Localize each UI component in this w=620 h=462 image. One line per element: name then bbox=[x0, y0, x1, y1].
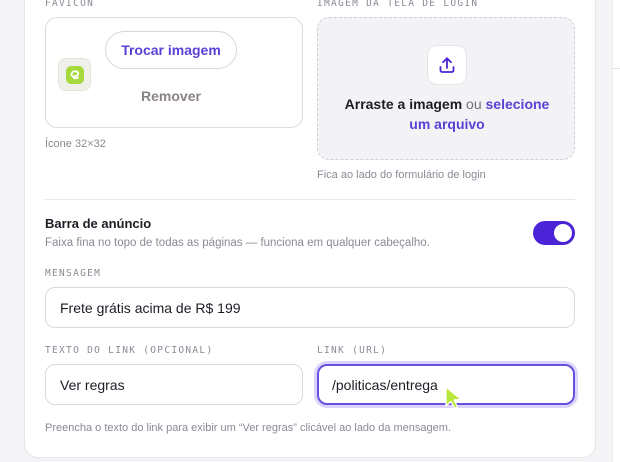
announcement-bar-toggle[interactable] bbox=[533, 221, 575, 245]
upload-button[interactable] bbox=[427, 45, 467, 85]
section-divider bbox=[45, 199, 575, 200]
drop-or: ou bbox=[466, 96, 482, 112]
link-url-label: LINK (URL) bbox=[317, 345, 388, 356]
select-file-link[interactable]: selecione bbox=[486, 96, 550, 112]
adjacent-panel-edge bbox=[612, 0, 620, 462]
message-label: MENSAGEM bbox=[45, 268, 102, 279]
mouse-pointer-icon bbox=[445, 386, 462, 410]
toggle-knob bbox=[554, 224, 572, 242]
favicon-label: FAVICON bbox=[45, 0, 95, 9]
drop-instruction: Arraste a imagem bbox=[344, 96, 463, 112]
favicon-hint: Ícone 32×32 bbox=[45, 138, 106, 150]
link-footer-hint: Preencha o texto do link para exibir um … bbox=[45, 422, 451, 434]
favicon-preview bbox=[58, 58, 91, 91]
link-text-input[interactable] bbox=[45, 364, 303, 405]
announcement-bar-title: Barra de anúncio bbox=[45, 216, 152, 231]
dropzone-text: Arraste a imagem ou selecione um arquivo bbox=[332, 94, 562, 134]
announcement-bar-subtitle: Faixa fina no topo de todas as páginas —… bbox=[45, 237, 430, 249]
upload-icon bbox=[439, 57, 455, 73]
login-image-dropzone[interactable]: Arraste a imagem ou selecione um arquivo bbox=[317, 17, 575, 160]
message-input[interactable] bbox=[45, 287, 575, 328]
select-file-link-line2[interactable]: um arquivo bbox=[409, 116, 484, 132]
login-image-label: IMAGEM DA TELA DE LOGIN bbox=[317, 0, 479, 9]
link-text-label: TEXTO DO LINK (OPCIONAL) bbox=[45, 345, 214, 356]
favicon-logo-icon bbox=[65, 65, 84, 84]
remove-favicon-button[interactable]: Remover bbox=[105, 81, 237, 111]
change-favicon-button[interactable]: Trocar imagem bbox=[105, 31, 237, 69]
login-image-hint: Fica ao lado do formulário de login bbox=[317, 169, 486, 181]
favicon-box: Trocar imagem Remover bbox=[45, 17, 303, 128]
